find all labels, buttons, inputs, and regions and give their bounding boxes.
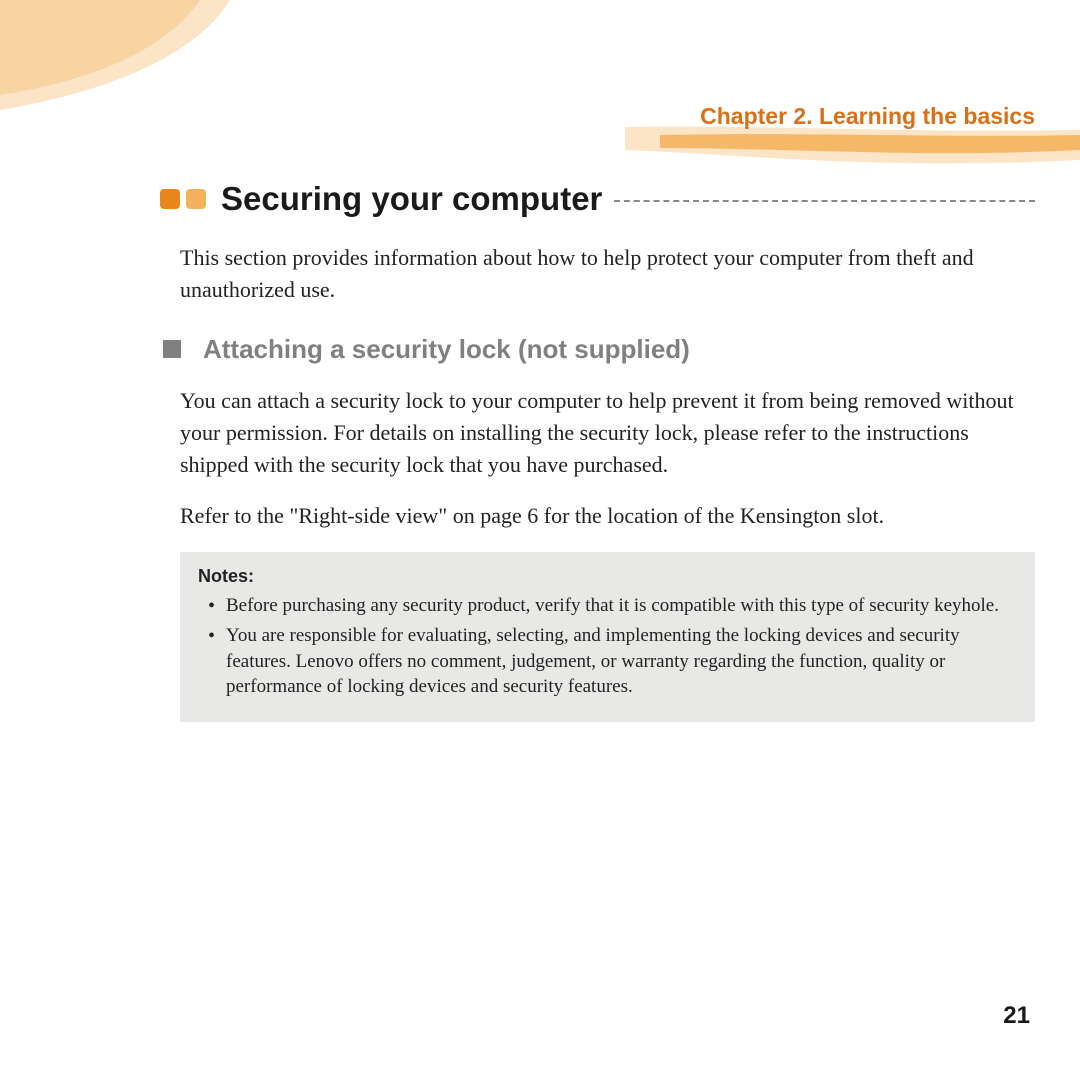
page-number: 21 [1003, 1002, 1030, 1030]
page-content: Securing your computer This section prov… [160, 180, 1035, 722]
notes-item: Before purchasing any security product, … [198, 593, 1017, 619]
subsection-title-row: Attaching a security lock (not supplied) [160, 334, 1035, 365]
header-decoration [0, 0, 1080, 170]
notes-list: Before purchasing any security product, … [198, 593, 1017, 700]
bullet-box-icon [160, 189, 180, 209]
section-bullet-icons [160, 189, 206, 209]
body-paragraph: You can attach a security lock to your c… [180, 385, 1035, 481]
notes-label: Notes: [198, 566, 1017, 587]
square-bullet-icon [163, 340, 181, 358]
section-intro: This section provides information about … [180, 242, 1035, 306]
notes-box: Notes: Before purchasing any security pr… [180, 552, 1035, 722]
dashed-divider [614, 200, 1035, 202]
bullet-box-icon [186, 189, 206, 209]
subsection-title: Attaching a security lock (not supplied) [203, 334, 690, 365]
body-paragraph: Refer to the "Right-side view" on page 6… [180, 500, 1035, 532]
chapter-heading: Chapter 2. Learning the basics [700, 103, 1035, 130]
section-title-row: Securing your computer [160, 180, 1035, 218]
notes-item: You are responsible for evaluating, sele… [198, 623, 1017, 700]
section-title: Securing your computer [221, 180, 602, 218]
